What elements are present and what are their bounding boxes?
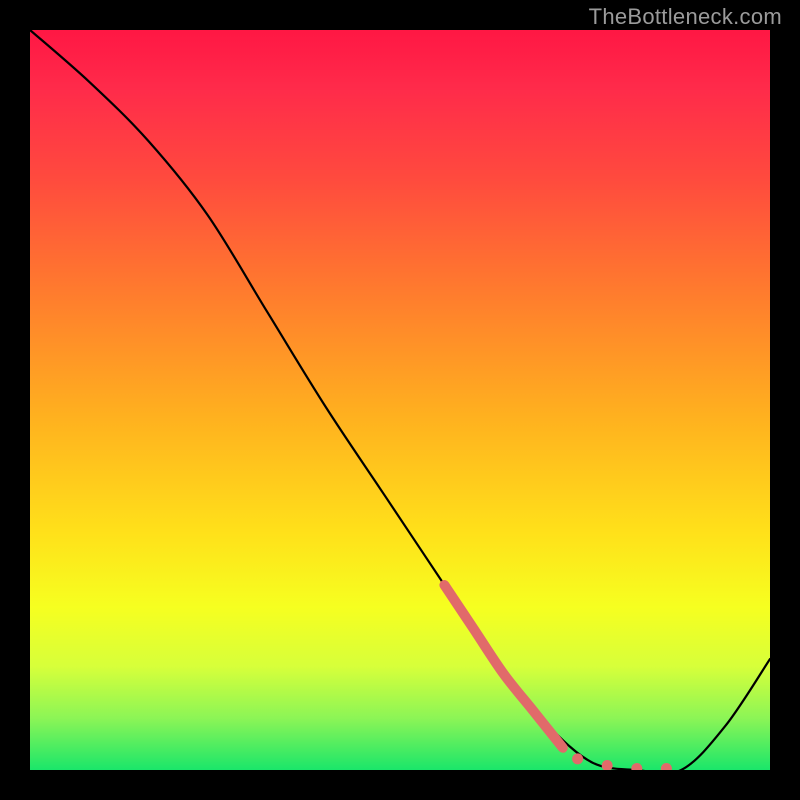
chart-svg <box>30 30 770 770</box>
chart-frame: TheBottleneck.com <box>0 0 800 800</box>
highlight-dot <box>602 760 613 770</box>
plot-area <box>30 30 770 770</box>
highlight-dots <box>572 753 672 770</box>
watermark-text: TheBottleneck.com <box>589 4 782 30</box>
highlight-dot <box>661 763 672 770</box>
highlight-segment <box>444 585 562 748</box>
highlight-dot <box>572 753 583 764</box>
curve-path <box>30 30 770 770</box>
highlight-dot <box>631 763 642 770</box>
